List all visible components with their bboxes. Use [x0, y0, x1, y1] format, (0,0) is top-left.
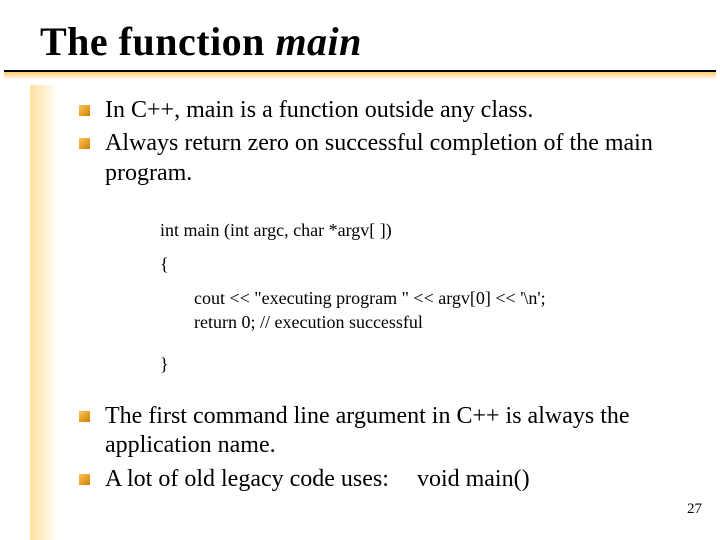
code-line: }	[160, 352, 680, 376]
title-text-prefix: The function	[40, 19, 275, 64]
code-block: {	[160, 252, 680, 276]
bullet-list-top: In C++, main is a function outside any c…	[75, 96, 685, 192]
bullet-text: The first command line argument in C++ i…	[105, 403, 630, 458]
bullet-item: In C++, main is a function outside any c…	[75, 96, 685, 125]
bullet-item: A lot of old legacy code uses: void main(…	[75, 465, 685, 494]
bullet-text: Always return zero on successful complet…	[105, 130, 653, 185]
decorative-left-bar	[30, 85, 58, 540]
legacy-signature: void main()	[417, 465, 530, 494]
rule-orange	[4, 72, 716, 80]
bullet-text: A lot of old legacy code uses:	[105, 466, 389, 492]
title-underline	[0, 70, 720, 80]
bullet-item: Always return zero on successful complet…	[75, 129, 685, 188]
code-line: return 0; // execution successful	[160, 310, 680, 334]
bullet-text: In C++, main is a function outside any c…	[105, 97, 533, 123]
code-line: cout << "executing program " << argv[0] …	[160, 286, 680, 310]
code-block: cout << "executing program " << argv[0] …	[160, 286, 680, 335]
page-number: 27	[687, 501, 702, 518]
title-text-em: main	[275, 19, 361, 64]
code-block: }	[160, 352, 680, 376]
code-line: {	[160, 252, 680, 276]
slide-title: The function main	[40, 18, 362, 65]
slide: The function main In C++, main is a func…	[0, 0, 720, 540]
bullet-list-bottom: The first command line argument in C++ i…	[75, 402, 685, 498]
code-block: int main (int argc, char *argv[ ])	[160, 218, 680, 242]
code-line: int main (int argc, char *argv[ ])	[160, 218, 680, 242]
bullet-item: The first command line argument in C++ i…	[75, 402, 685, 461]
